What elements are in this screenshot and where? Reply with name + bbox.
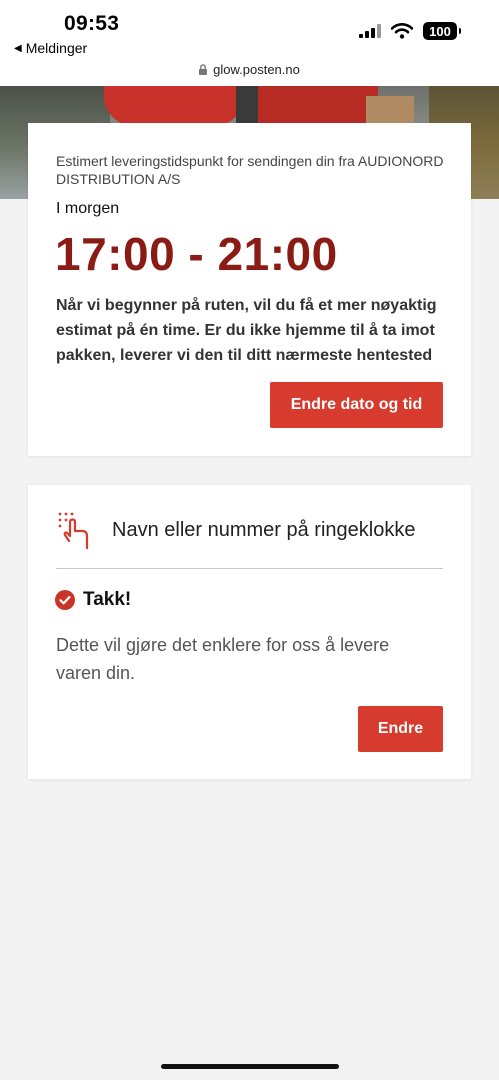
change-date-time-button[interactable]: Endre dato og tid	[270, 382, 443, 428]
battery-icon: 100	[423, 22, 461, 40]
lock-icon	[199, 64, 208, 75]
delivery-day: I morgen	[56, 200, 120, 217]
doorbell-card: Navn eller nummer på ringeklokke Takk! D…	[28, 485, 471, 779]
wifi-icon	[391, 23, 413, 39]
battery-level: 100	[429, 23, 451, 39]
divider	[56, 568, 443, 569]
back-link-label: Meldinger	[25, 40, 88, 56]
url-text: glow.posten.no	[213, 62, 300, 77]
status-indicators: 100	[359, 22, 461, 40]
status-time: 09:53	[64, 12, 120, 35]
confirmation-text: Takk!	[83, 589, 132, 610]
home-indicator[interactable]	[161, 1064, 339, 1069]
cellular-signal-icon	[359, 24, 381, 38]
back-to-messages-link[interactable]: ◀ Meldinger	[14, 40, 87, 56]
delivery-time-window: 17:00 - 21:00	[55, 228, 338, 280]
doorbell-title: Navn eller nummer på ringeklokke	[112, 519, 416, 541]
delivery-estimate-card: Estimert leveringstidspunkt for sendinge…	[28, 123, 471, 456]
doorbell-message: Dette vil gjøre det enklere for oss å le…	[56, 635, 390, 683]
back-arrow-icon: ◀	[14, 42, 22, 54]
address-bar[interactable]: glow.posten.no	[0, 62, 499, 77]
doorbell-hand-icon	[58, 512, 89, 550]
change-doorbell-button[interactable]: Endre	[358, 706, 443, 752]
checkmark-circle-icon	[55, 590, 75, 610]
delivery-info-text: Når vi begynner på ruten, vil du få et m…	[56, 297, 437, 364]
estimate-label: Estimert leveringstidspunkt for sendinge…	[56, 153, 444, 187]
status-bar: 09:53 ◀ Meldinger 100 glow.posten.no	[0, 0, 499, 86]
